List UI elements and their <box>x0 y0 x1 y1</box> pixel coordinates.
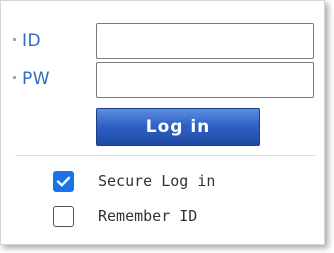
login-panel: ID PW Log in Secure Log in Remember ID <box>0 0 325 245</box>
secure-login-checkbox[interactable] <box>53 171 74 192</box>
login-button[interactable]: Log in <box>96 108 260 146</box>
id-label: ID <box>13 31 41 51</box>
login-button-label: Log in <box>145 117 211 137</box>
remember-id-checkbox[interactable] <box>53 206 74 227</box>
pw-label-text: PW <box>22 69 51 89</box>
pw-input[interactable] <box>96 62 314 98</box>
divider <box>15 155 315 156</box>
secure-login-label[interactable]: Secure Log in <box>98 172 215 190</box>
id-label-text: ID <box>22 31 42 51</box>
bullet-icon <box>13 37 16 41</box>
remember-id-label[interactable]: Remember ID <box>98 207 197 225</box>
checkmark-icon <box>56 176 71 187</box>
bullet-icon <box>13 75 16 79</box>
id-input[interactable] <box>96 23 314 59</box>
pw-label: PW <box>13 69 50 89</box>
